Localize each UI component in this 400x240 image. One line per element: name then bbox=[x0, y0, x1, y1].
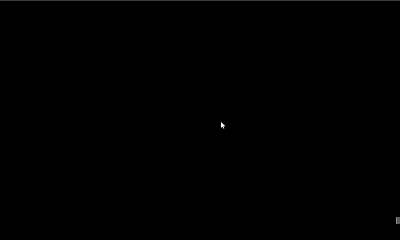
resize-grip-icon[interactable] bbox=[396, 217, 400, 224]
screen-top-edge bbox=[0, 0, 400, 1]
arrow-cursor-icon bbox=[221, 122, 226, 129]
blank-screen bbox=[0, 0, 400, 224]
